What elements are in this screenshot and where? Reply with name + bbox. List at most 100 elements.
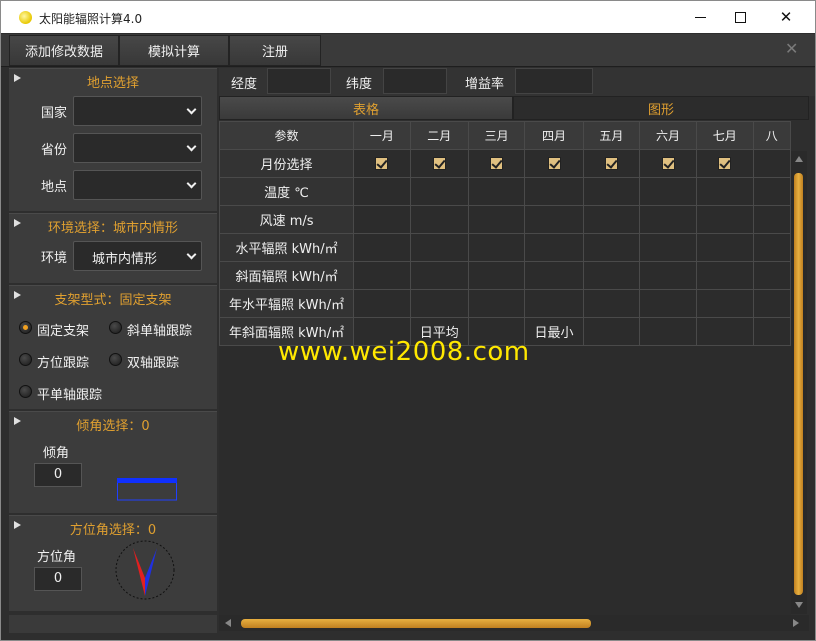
grid-cell[interactable] xyxy=(524,261,584,290)
grid-cell[interactable] xyxy=(752,289,791,318)
azimuth-input[interactable]: 0 xyxy=(34,567,82,591)
location-header[interactable]: 地点选择 xyxy=(9,69,217,91)
longitude-input[interactable] xyxy=(267,68,331,94)
grid-cell[interactable] xyxy=(467,261,526,290)
month-checkbox[interactable] xyxy=(432,157,446,170)
province-select[interactable] xyxy=(73,133,202,163)
grid-cell[interactable] xyxy=(353,177,411,206)
environment-header[interactable]: 环境选择：城市内情形 xyxy=(9,214,217,236)
grid-cell[interactable] xyxy=(582,289,641,318)
grid-cell[interactable] xyxy=(752,317,791,346)
grid-cell[interactable] xyxy=(409,177,469,206)
option-azimuth-tracking-label[interactable]: 方位跟踪 xyxy=(37,352,89,371)
environment-select[interactable]: 城市内情形 xyxy=(73,241,202,271)
grid-cell[interactable] xyxy=(639,149,697,178)
month-checkbox[interactable] xyxy=(490,157,504,170)
month-checkbox[interactable] xyxy=(604,157,618,170)
grid-cell[interactable]: 日最小 xyxy=(524,317,584,346)
grid-cell[interactable] xyxy=(409,149,469,178)
grid-cell[interactable] xyxy=(695,233,754,262)
grid-cell[interactable] xyxy=(409,205,469,234)
grid-cell[interactable] xyxy=(353,205,411,234)
grid-cell[interactable] xyxy=(353,149,411,178)
grid-cell[interactable] xyxy=(353,261,411,290)
horizontal-scrollbar[interactable] xyxy=(219,615,809,631)
grid-cell[interactable] xyxy=(524,289,584,318)
latitude-input[interactable] xyxy=(383,68,447,94)
grid-cell[interactable] xyxy=(467,233,526,262)
month-checkbox[interactable] xyxy=(718,157,732,170)
grid-cell[interactable] xyxy=(695,149,754,178)
grid-cell[interactable] xyxy=(639,289,697,318)
vertical-scroll-thumb[interactable] xyxy=(794,173,803,595)
grid-cell[interactable] xyxy=(582,317,641,346)
month-checkbox[interactable] xyxy=(547,157,561,170)
option-horizontal-single-axis-label[interactable]: 平单轴跟踪 xyxy=(37,384,102,403)
grid-cell[interactable] xyxy=(639,233,697,262)
radio-fixed[interactable] xyxy=(19,321,32,334)
radio-horizontal-single-axis[interactable] xyxy=(19,385,32,398)
tab-table[interactable]: 表格 xyxy=(219,96,513,120)
close-window-button[interactable]: ✕ xyxy=(763,1,809,33)
maximize-button[interactable] xyxy=(717,1,763,33)
menu-simulate[interactable]: 模拟计算 xyxy=(119,35,229,66)
grid-cell[interactable] xyxy=(409,261,469,290)
grid-cell[interactable] xyxy=(639,261,697,290)
grid-cell[interactable] xyxy=(752,177,791,206)
grid-cell[interactable] xyxy=(524,149,584,178)
grid-cell[interactable] xyxy=(467,205,526,234)
grid-cell[interactable] xyxy=(467,149,526,178)
radio-tilted-single-axis[interactable] xyxy=(109,321,122,334)
grid-cell[interactable] xyxy=(524,233,584,262)
grid-cell[interactable] xyxy=(695,289,754,318)
grid-cell[interactable] xyxy=(582,261,641,290)
grid-cell[interactable] xyxy=(353,233,411,262)
gain-input[interactable] xyxy=(515,68,593,94)
tab-chart[interactable]: 图形 xyxy=(513,96,809,120)
grid-cell[interactable] xyxy=(695,177,754,206)
scroll-down-icon[interactable] xyxy=(795,602,803,608)
grid-cell[interactable] xyxy=(752,149,791,178)
mount-header[interactable]: 支架型式：固定支架 xyxy=(9,286,217,308)
grid-cell[interactable] xyxy=(582,205,641,234)
option-dual-axis-label[interactable]: 双轴跟踪 xyxy=(127,352,179,371)
grid-cell[interactable] xyxy=(695,317,754,346)
option-tilted-single-axis-label[interactable]: 斜单轴跟踪 xyxy=(127,320,192,339)
vertical-scrollbar[interactable] xyxy=(791,151,807,614)
grid-cell[interactable] xyxy=(752,205,791,234)
grid-cell[interactable] xyxy=(639,317,697,346)
radio-dual-axis[interactable] xyxy=(109,353,122,366)
month-checkbox[interactable] xyxy=(661,157,675,170)
grid-cell[interactable] xyxy=(467,289,526,318)
scroll-left-icon[interactable] xyxy=(225,619,231,627)
option-fixed-label[interactable]: 固定支架 xyxy=(37,320,89,339)
scroll-right-icon[interactable] xyxy=(793,619,799,627)
place-select[interactable] xyxy=(73,170,202,200)
grid-cell[interactable] xyxy=(639,177,697,206)
grid-cell[interactable] xyxy=(582,233,641,262)
grid-cell[interactable] xyxy=(409,289,469,318)
month-checkbox[interactable] xyxy=(375,157,389,170)
menu-add-edit-data[interactable]: 添加修改数据 xyxy=(9,35,119,66)
grid-cell[interactable] xyxy=(752,233,791,262)
grid-cell[interactable] xyxy=(409,233,469,262)
menu-register[interactable]: 注册 xyxy=(229,35,321,66)
grid-cell[interactable] xyxy=(467,177,526,206)
grid-cell[interactable] xyxy=(752,261,791,290)
radio-azimuth-tracking[interactable] xyxy=(19,353,32,366)
menu-close-icon[interactable]: ✕ xyxy=(785,39,798,58)
scroll-up-icon[interactable] xyxy=(795,156,803,162)
grid-cell[interactable] xyxy=(353,289,411,318)
grid-cell[interactable] xyxy=(582,177,641,206)
grid-cell[interactable] xyxy=(695,261,754,290)
grid-cell[interactable] xyxy=(695,205,754,234)
azimuth-header[interactable]: 方位角选择：0 xyxy=(9,516,217,538)
country-select[interactable] xyxy=(73,96,202,126)
grid-cell[interactable] xyxy=(524,205,584,234)
grid-cell[interactable] xyxy=(524,177,584,206)
tilt-input[interactable]: 0 xyxy=(34,463,82,487)
grid-cell[interactable] xyxy=(639,205,697,234)
horizontal-scroll-thumb[interactable] xyxy=(241,619,591,628)
grid-cell[interactable] xyxy=(582,149,641,178)
tilt-header[interactable]: 倾角选择：0 xyxy=(9,412,217,434)
